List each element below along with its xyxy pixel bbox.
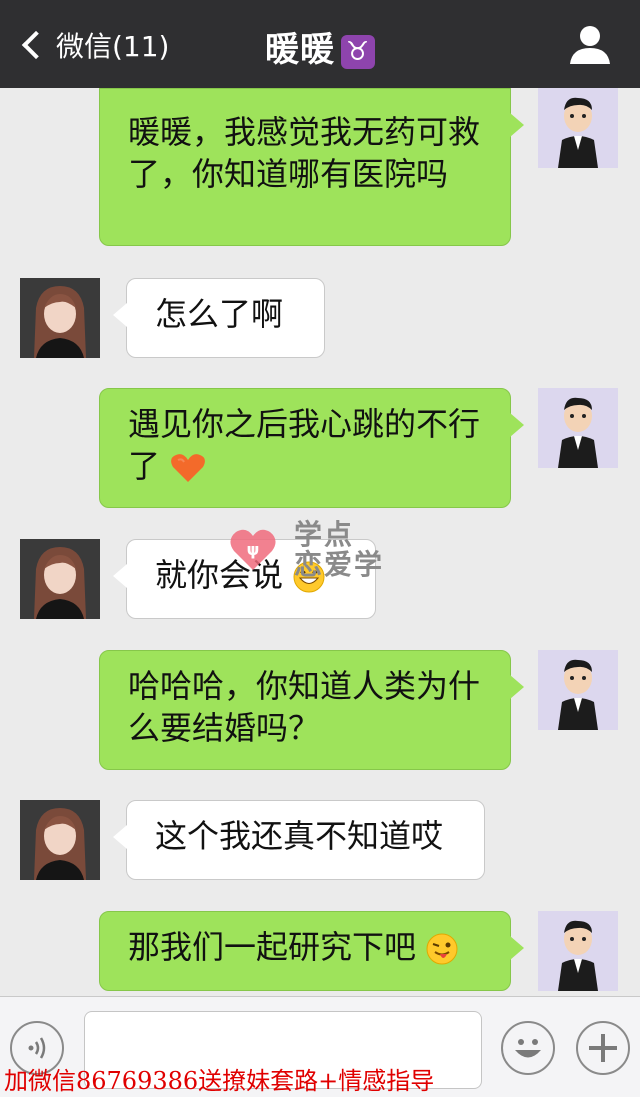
watermark: ψ 学点 恋爱学 bbox=[228, 516, 428, 586]
my-avatar[interactable] bbox=[538, 388, 618, 468]
contact-avatar[interactable] bbox=[20, 800, 100, 880]
svg-text:ψ: ψ bbox=[247, 540, 260, 559]
more-button[interactable] bbox=[576, 1021, 630, 1075]
chat-title: 暖暖 ♉ bbox=[0, 22, 640, 71]
cartoon-man-avatar bbox=[538, 88, 618, 168]
message-line: 了 bbox=[128, 445, 482, 487]
girl-photo-avatar bbox=[20, 278, 100, 358]
cartoon-man-avatar bbox=[538, 650, 618, 730]
received-bubble[interactable]: 这个我还真不知道哎 bbox=[113, 800, 485, 880]
girl-photo-avatar bbox=[20, 800, 100, 880]
message-text: 么要结婚吗？ bbox=[128, 709, 321, 747]
message-text: 这个我还真不知道哎 bbox=[155, 817, 444, 855]
my-avatar[interactable] bbox=[538, 911, 618, 991]
contact-avatar[interactable] bbox=[20, 539, 100, 619]
sent-bubble[interactable]: 哈哈哈，你知道人类为什 么要结婚吗？ bbox=[99, 650, 524, 770]
wink-tongue-emoji-icon bbox=[426, 933, 458, 965]
watermark-text: 学点 恋爱学 bbox=[294, 520, 384, 580]
taurus-icon: ♉ bbox=[341, 34, 375, 69]
heart-icon bbox=[171, 454, 206, 482]
contact-info-button[interactable] bbox=[568, 24, 612, 64]
message-text: 怎么了啊 bbox=[155, 295, 284, 333]
nav-bar: 微信(11) 暖暖 ♉ bbox=[0, 0, 640, 88]
message-text: 遇见你之后我心跳的不行 bbox=[128, 405, 481, 443]
emoji-button[interactable] bbox=[501, 1021, 555, 1075]
contact-name: 暖暖 bbox=[265, 30, 335, 70]
message-text: 那我们一起研究下吧 bbox=[128, 928, 417, 966]
message-text: 暖暖，我感觉我无药可救 bbox=[128, 113, 481, 151]
received-bubble[interactable]: 怎么了啊 bbox=[113, 278, 325, 358]
watermark-logo-icon: ψ bbox=[230, 529, 276, 570]
sent-bubble[interactable]: 那我们一起研究下吧 bbox=[99, 911, 524, 991]
watermark-line: 恋爱学 bbox=[294, 548, 385, 581]
contact-avatar[interactable] bbox=[20, 278, 100, 358]
message-text: 了，你知道哪有医院吗 bbox=[128, 155, 449, 193]
cartoon-man-avatar bbox=[538, 388, 618, 468]
promo-text: 加微信86769386送撩妹套路+情感指导 bbox=[4, 1067, 435, 1095]
my-avatar[interactable] bbox=[538, 88, 618, 168]
girl-photo-avatar bbox=[20, 539, 100, 619]
message-line: 那我们一起研究下吧 bbox=[128, 926, 482, 968]
message-text: 了 bbox=[128, 447, 161, 485]
sent-bubble[interactable]: 遇见你之后我心跳的不行 了 bbox=[99, 388, 524, 508]
watermark-line: 学点 bbox=[294, 518, 355, 551]
person-icon bbox=[570, 26, 610, 64]
sent-bubble[interactable]: 暖暖，我感觉我无药可救 了，你知道哪有医院吗 bbox=[99, 88, 524, 246]
smiley-icon bbox=[515, 1039, 541, 1058]
cartoon-man-avatar bbox=[538, 911, 618, 991]
plus-icon bbox=[589, 1034, 617, 1062]
message-text: 哈哈哈，你知道人类为什 bbox=[128, 667, 481, 705]
my-avatar[interactable] bbox=[538, 650, 618, 730]
